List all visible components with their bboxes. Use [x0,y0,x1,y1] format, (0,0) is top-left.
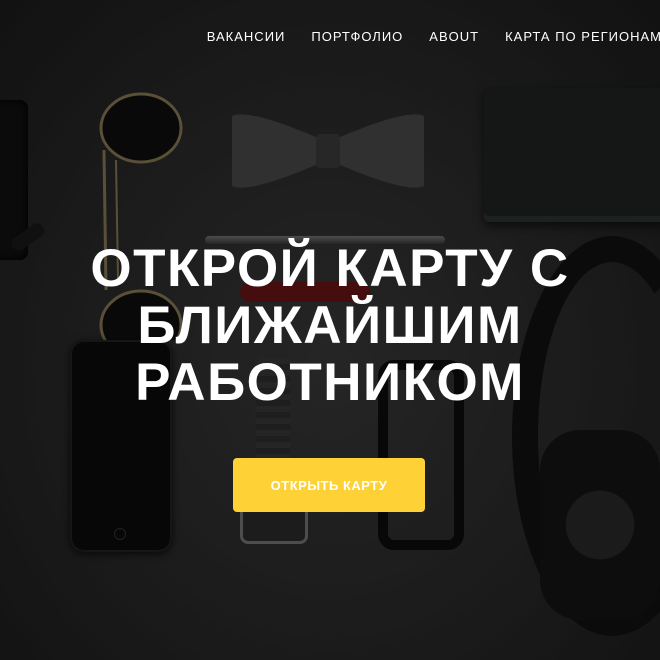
hero-headline-line: ОТКРОЙ КАРТУ С [90,239,570,298]
open-map-button[interactable]: ОТКРЫТЬ КАРТУ [233,458,425,512]
hero-section: ВАКАНСИИ ПОРТФОЛИО ABOUT КАРТА ПО РЕГИОН… [0,0,660,660]
nav-item-portfolio[interactable]: ПОРТФОЛИО [311,29,403,44]
nav-item-regional-map[interactable]: КАРТА ПО РЕГИОНАМ [505,29,660,44]
nav-item-vacancies[interactable]: ВАКАНСИИ [207,29,286,44]
hero-headline-line: БЛИЖАЙШИМ [137,296,523,355]
hero-headline: ОТКРОЙ КАРТУ С БЛИЖАЙШИМ РАБОТНИКОМ [0,240,660,411]
hero-headline-line: РАБОТНИКОМ [135,353,525,412]
nav-item-about[interactable]: ABOUT [429,29,479,44]
main-nav: ВАКАНСИИ ПОРТФОЛИО ABOUT КАРТА ПО РЕГИОН… [207,29,660,44]
